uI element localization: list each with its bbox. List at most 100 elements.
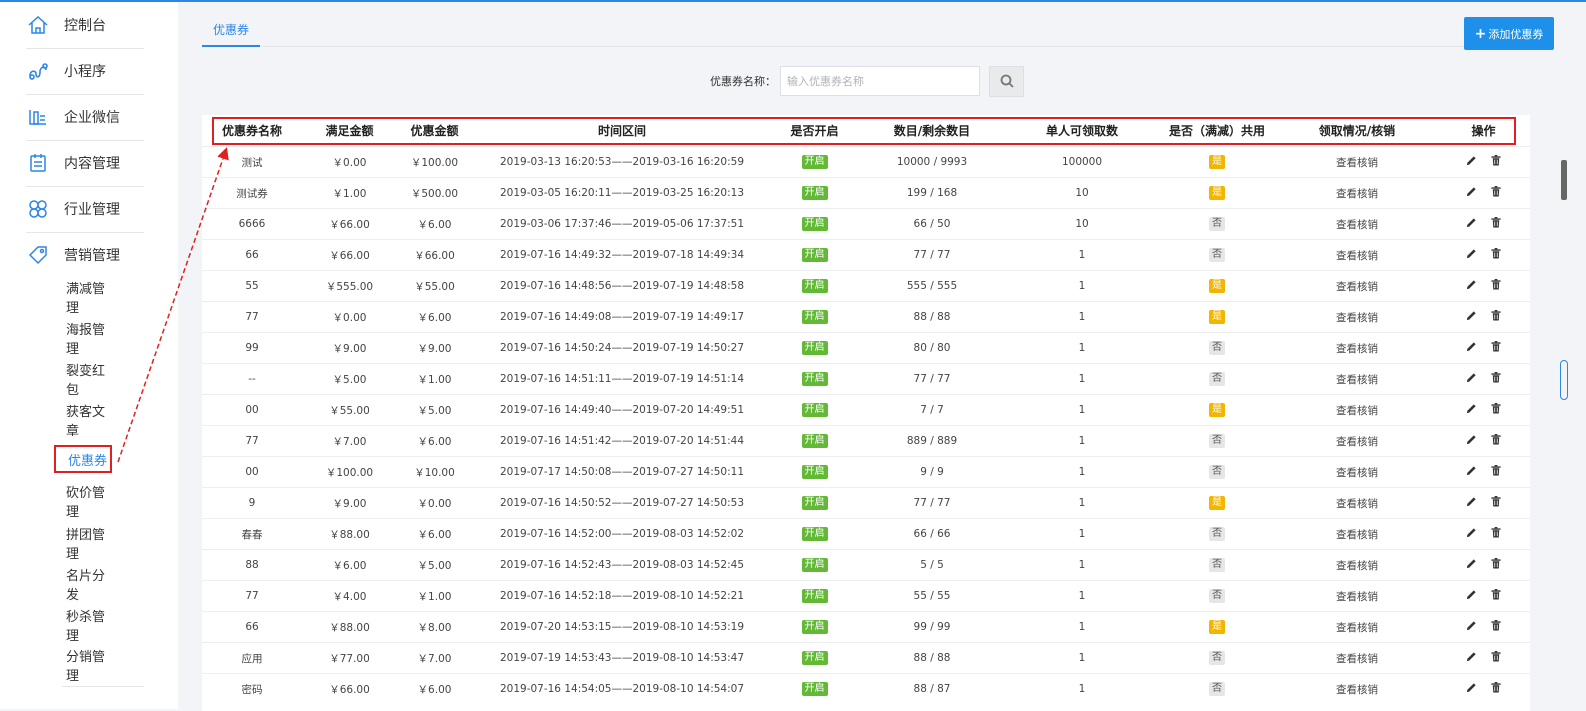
cell-redeem[interactable]: 查看核销 [1277,518,1437,550]
edit-icon[interactable] [1466,341,1477,355]
scrollbar-track[interactable] [1561,160,1567,200]
edit-icon[interactable] [1466,403,1477,417]
trash-icon[interactable] [1491,217,1501,231]
sidebar-sub-flash-sale[interactable]: 秒杀管理 [54,610,116,644]
cell-shared: 是 [1157,611,1277,643]
cell-redeem[interactable]: 查看核销 [1277,363,1437,395]
trash-icon[interactable] [1491,589,1501,603]
cell-redeem[interactable]: 查看核销 [1277,270,1437,302]
search-button[interactable] [989,65,1024,97]
cell-redeem[interactable]: 查看核销 [1277,673,1437,704]
scrollbar-thumb[interactable] [1560,360,1568,400]
sidebar-item-marketing[interactable]: 营销管理 [26,232,144,278]
shared-badge: 是 [1209,620,1225,634]
cell-redeem[interactable]: 查看核销 [1277,208,1437,240]
edit-icon[interactable] [1466,620,1477,634]
cell-period: 2019-07-16 14:51:42——2019-07-20 14:51:44 [472,425,772,457]
trash-icon[interactable] [1491,527,1501,541]
edit-icon[interactable] [1466,279,1477,293]
sidebar-sub-bargain[interactable]: 砍价管理 [54,486,116,520]
cell-redeem[interactable]: 查看核销 [1277,146,1437,178]
trash-icon[interactable] [1491,682,1501,696]
trash-icon[interactable] [1491,465,1501,479]
cell-count: 88 / 88 [857,642,1007,674]
cell-discount: ￥5.00 [397,394,472,426]
cell-count: 55 / 55 [857,580,1007,612]
trash-icon[interactable] [1491,496,1501,510]
sidebar-sub-coupon[interactable]: 优惠券 [54,445,112,473]
sidebar-sub-group-buy[interactable]: 拼团管理 [54,528,116,562]
trash-icon[interactable] [1491,558,1501,572]
edit-icon[interactable] [1466,589,1477,603]
table-row: 测试券 ￥1.00 ￥500.00 2019-03-05 16:20:11——2019… [202,177,1530,209]
edit-icon[interactable] [1466,186,1477,200]
cell-min-amount: ￥6.00 [302,549,397,581]
edit-icon[interactable] [1466,682,1477,696]
trash-icon[interactable] [1491,372,1501,386]
cell-redeem[interactable]: 查看核销 [1277,177,1437,209]
table-row: 春春 ￥88.00 ￥6.00 2019-07-16 14:52:00——2019-0… [202,518,1530,550]
trash-icon[interactable] [1491,186,1501,200]
cell-redeem[interactable]: 查看核销 [1277,487,1437,519]
cell-redeem[interactable]: 查看核销 [1277,549,1437,581]
cell-enabled: 开启 [772,363,857,395]
sidebar-sub-card-share[interactable]: 名片分发 [54,569,116,603]
edit-icon[interactable] [1466,372,1477,386]
edit-icon[interactable] [1466,248,1477,262]
cell-name: 9 [202,487,302,519]
cell-per-user: 1 [1007,394,1157,426]
sidebar-item-industry[interactable]: 行业管理 [26,186,144,233]
col-header-min-amount: 满足金额 [325,124,374,138]
industry-icon [26,197,50,221]
sidebar-sub-distribution[interactable]: 分销管理 [54,650,116,684]
sidebar-sub-articles[interactable]: 获客文章 [54,405,116,439]
cell-shared: 否 [1157,425,1277,457]
edit-icon[interactable] [1466,434,1477,448]
sidebar-item-dashboard[interactable]: 控制台 [26,2,144,49]
cell-per-user: 1 [1007,332,1157,364]
enabled-badge: 开启 [801,465,828,479]
cell-redeem[interactable]: 查看核销 [1277,332,1437,364]
table-row: 00 ￥100.00 ￥10.00 2019-07-17 14:50:08——2019… [202,456,1530,488]
trash-icon[interactable] [1491,155,1501,169]
sidebar-item-miniprogram[interactable]: 小程序 [26,48,144,95]
trash-icon[interactable] [1491,651,1501,665]
cell-redeem[interactable]: 查看核销 [1277,394,1437,426]
cell-name: 99 [202,332,302,364]
edit-icon[interactable] [1466,527,1477,541]
trash-icon[interactable] [1491,248,1501,262]
edit-icon[interactable] [1466,558,1477,572]
cell-redeem[interactable]: 查看核销 [1277,611,1437,643]
cell-enabled: 开启 [772,332,857,364]
edit-icon[interactable] [1466,465,1477,479]
sidebar-sub-red-packet[interactable]: 裂变红包 [54,364,116,398]
trash-icon[interactable] [1491,279,1501,293]
edit-icon[interactable] [1466,217,1477,231]
trash-icon[interactable] [1491,341,1501,355]
cell-redeem[interactable]: 查看核销 [1277,456,1437,488]
trash-icon[interactable] [1491,403,1501,417]
cell-redeem[interactable]: 查看核销 [1277,580,1437,612]
sidebar-item-wechat-work[interactable]: 企业微信 [26,94,144,141]
cell-enabled: 开启 [772,146,857,178]
tab-coupon[interactable]: 优惠券 [202,14,260,47]
search-input[interactable] [780,66,980,96]
cell-actions [1437,642,1530,674]
edit-icon[interactable] [1466,496,1477,510]
edit-icon[interactable] [1466,310,1477,324]
cell-per-user: 1 [1007,301,1157,333]
cell-redeem[interactable]: 查看核销 [1277,239,1437,271]
trash-icon[interactable] [1491,620,1501,634]
add-coupon-button[interactable]: + 添加优惠券 [1464,17,1554,50]
trash-icon[interactable] [1491,310,1501,324]
edit-icon[interactable] [1466,155,1477,169]
coupon-table: 优惠券名称 满足金额 优惠金额 时间区间 是否开启 数目/剩余数目 单人可领取数… [202,115,1530,711]
sidebar-sub-full-reduction[interactable]: 满减管理 [54,282,116,316]
cell-redeem[interactable]: 查看核销 [1277,642,1437,674]
sidebar-sub-poster[interactable]: 海报管理 [54,323,116,357]
trash-icon[interactable] [1491,434,1501,448]
cell-redeem[interactable]: 查看核销 [1277,425,1437,457]
cell-redeem[interactable]: 查看核销 [1277,301,1437,333]
sidebar-item-content[interactable]: 内容管理 [26,140,144,187]
edit-icon[interactable] [1466,651,1477,665]
